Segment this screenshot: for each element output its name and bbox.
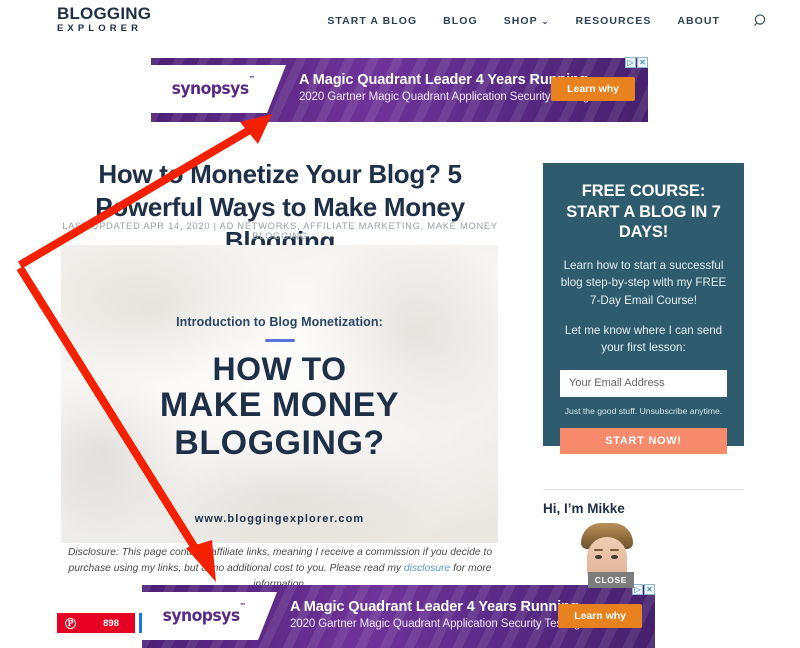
ad-close-icon[interactable]: ✕ [644, 584, 655, 595]
top-ad-banner[interactable]: synopsys™ A Magic Quadrant Leader 4 Year… [151, 57, 648, 122]
optin-submit-button[interactable]: START NOW! [560, 427, 727, 454]
adchoices-controls: ▷ ✕ [632, 584, 655, 595]
site-header: BLOGGING EXPLORER START A BLOG BLOG SHOP… [0, 0, 800, 45]
synopsys-logo: synopsys™ [172, 75, 255, 99]
optin-title: FREE COURSE: START A BLOG IN 7 DAYS! [566, 182, 721, 242]
post-meta: LAST UPDATED APR 14, 2020 | AD NETWORKS,… [62, 221, 498, 241]
ad-creative[interactable]: synopsys™ A Magic Quadrant Leader 4 Year… [151, 58, 648, 122]
pinterest-share-button[interactable]: P 898 [57, 613, 135, 633]
page-title: How to Monetize Your Blog? 5 Powerful Wa… [95, 159, 465, 256]
trademark-symbol: ™ [249, 75, 255, 84]
nav-item-shop[interactable]: SHOP ⌄ [504, 15, 550, 27]
synopsys-logo: synopsys™ [163, 602, 246, 626]
search-icon[interactable] [752, 12, 770, 30]
nav-label: ABOUT [677, 15, 720, 27]
ad-close-icon[interactable]: ✕ [637, 57, 648, 68]
nav-item-blog[interactable]: BLOG [443, 15, 478, 27]
ad-cta-button[interactable]: Learn why [551, 77, 635, 101]
ad-subheadline: 2020 Gartner Magic Quadrant Application … [299, 91, 590, 103]
sidebar-divider [543, 489, 744, 490]
logo-line-primary: BLOGGING [57, 4, 152, 23]
ad-subheadline: 2020 Gartner Magic Quadrant Application … [290, 618, 581, 630]
ad-cta-button[interactable]: Learn why [558, 604, 642, 628]
bottom-ad-banner[interactable]: CLOSE synopsys™ A Magic Quadrant Leader … [142, 572, 655, 648]
featured-image-kicker: Introduction to Blog Monetization: [176, 315, 383, 329]
featured-image-url: www.bloggingexplorer.com [194, 513, 365, 525]
about-widget-title: Hi, I’m Mikke [543, 501, 625, 516]
main-navigation: START A BLOG BLOG SHOP ⌄ RESOURCES ABOUT [327, 12, 770, 30]
logo-line-secondary: EXPLORER [57, 23, 143, 34]
nav-label: START A BLOG [327, 15, 418, 27]
disclosure-link[interactable]: disclosure [404, 563, 450, 574]
featured-image-line-3: BLOGGING? [174, 424, 385, 462]
ad-headline: A Magic Quadrant Leader 4 Years Running [290, 599, 579, 615]
avatar-brow-left [594, 549, 603, 551]
ad-creative[interactable]: synopsys™ A Magic Quadrant Leader 4 Year… [142, 585, 655, 648]
nav-item-start-a-blog[interactable]: START A BLOG [327, 15, 417, 27]
nav-label: RESOURCES [575, 15, 652, 27]
nav-label: SHOP [503, 15, 538, 27]
featured-image-divider [264, 339, 295, 342]
featured-image-line-1: HOW TO [212, 351, 347, 387]
pinterest-share-count: 898 [103, 617, 119, 629]
avatar-eye-left [595, 555, 602, 559]
ad-headline: A Magic Quadrant Leader 4 Years Running [299, 72, 588, 88]
trademark-symbol: ™ [240, 602, 246, 611]
page-root: BLOGGING EXPLORER START A BLOG BLOG SHOP… [0, 0, 800, 648]
nav-label: BLOG [443, 15, 478, 27]
avatar-eye-right [611, 555, 618, 559]
featured-image: Introduction to Blog Monetization: HOW T… [61, 245, 498, 543]
advertiser-name: synopsys [172, 79, 250, 99]
optin-paragraph-1: Learn how to start a successful blog ste… [560, 258, 727, 308]
nav-item-resources[interactable]: RESOURCES [575, 15, 651, 27]
advertiser-name: synopsys [163, 606, 241, 626]
ad-close-button[interactable]: CLOSE [587, 572, 634, 588]
advertiser-logo-panel: synopsys™ [151, 65, 286, 113]
advertiser-logo-panel: synopsys™ [142, 592, 277, 640]
optin-privacy-note: Just the good stuff. Unsubscribe anytime… [564, 405, 723, 416]
email-optin-widget: FREE COURSE: START A BLOG IN 7 DAYS! Lea… [543, 163, 744, 454]
adchoices-info-icon[interactable]: ▷ [625, 57, 636, 68]
email-field[interactable] [560, 369, 727, 397]
chevron-down-icon: ⌄ [541, 17, 550, 26]
nav-item-about[interactable]: ABOUT [677, 15, 720, 27]
optin-paragraph-2: Let me know where I can send your first … [564, 323, 723, 355]
featured-image-line-2: MAKE MONEY [159, 386, 400, 424]
avatar-brow-right [610, 549, 619, 551]
pinterest-icon: P [65, 617, 76, 629]
adchoices-controls: ▷ ✕ [625, 57, 648, 68]
site-logo[interactable]: BLOGGING EXPLORER [57, 5, 151, 34]
